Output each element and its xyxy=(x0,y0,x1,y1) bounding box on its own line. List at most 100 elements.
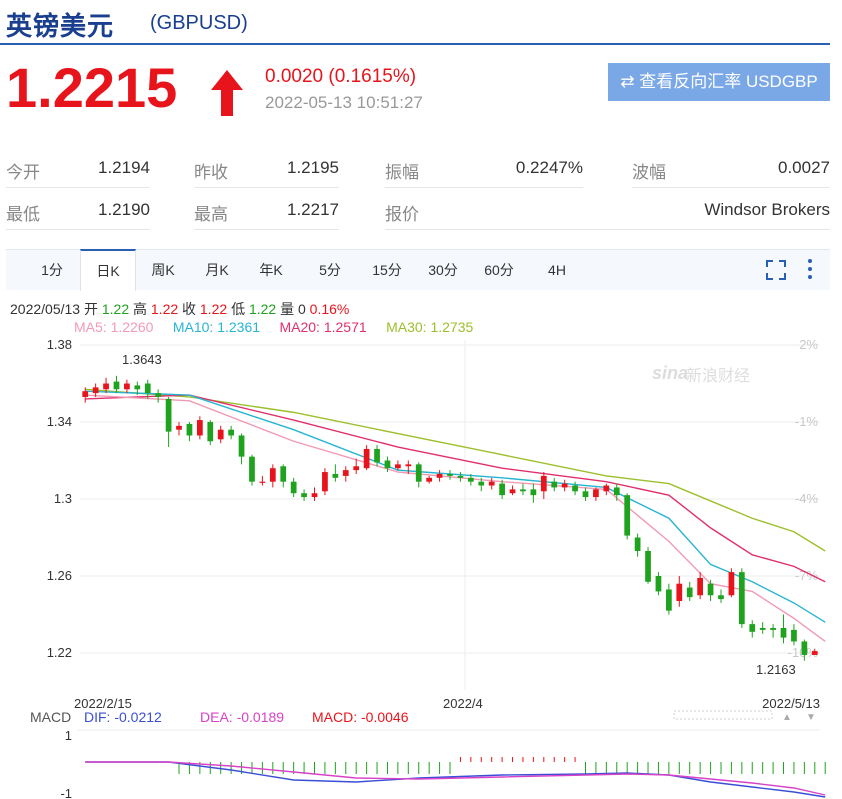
candle-body xyxy=(540,475,547,492)
stat-label-amplitude: 振幅 xyxy=(385,163,419,182)
currency-pair-name: 英镑美元 xyxy=(6,11,115,41)
info-low-label: 低 xyxy=(231,301,246,317)
candle-body xyxy=(593,489,599,498)
candle-body xyxy=(520,489,526,492)
stat-value-high: 1.2217 xyxy=(287,200,339,219)
tab-60min[interactable]: 60分 xyxy=(474,250,524,290)
info-vol-label: 量 xyxy=(280,301,295,317)
ma5-value: MA5: 1.2260 xyxy=(74,319,154,335)
candle-body xyxy=(311,493,318,498)
candle-body xyxy=(103,383,109,390)
ma20-line xyxy=(85,394,826,583)
candle-body xyxy=(561,483,568,488)
candle-body xyxy=(238,435,245,457)
watermark-text: 新浪财经 xyxy=(686,367,750,385)
candle-body xyxy=(436,473,443,478)
candle-body xyxy=(551,481,558,488)
candle-body xyxy=(395,464,401,469)
macd-dif: DIF: -0.0212 xyxy=(84,709,162,725)
stat-label-high: 最高 xyxy=(194,205,228,224)
candle-body xyxy=(791,629,797,642)
info-pct: 0.16% xyxy=(309,301,350,317)
candle-body xyxy=(749,624,756,632)
pct-tick-label: 2% xyxy=(799,337,818,352)
macd-dea-line xyxy=(85,761,826,796)
y-tick-label: 1.3 xyxy=(54,491,72,506)
candle-body xyxy=(499,483,505,496)
stat-value-quote-source: Windsor Brokers xyxy=(704,200,830,219)
candle-body xyxy=(134,385,141,390)
candle-body xyxy=(676,583,683,602)
tab-5min[interactable]: 5分 xyxy=(308,250,352,290)
high-annotation: 1.3643 xyxy=(122,352,162,367)
candle-body xyxy=(332,473,339,478)
tab-weekly[interactable]: 周K xyxy=(138,250,188,290)
view-reverse-rate-button[interactable]: ⇄ 查看反向汇率 USDGBP xyxy=(608,63,830,101)
candle-body xyxy=(655,576,662,592)
candle-body xyxy=(144,383,151,394)
fullscreen-icon[interactable] xyxy=(766,260,786,280)
macd-tick-bottom: -1 xyxy=(60,786,72,799)
stat-label-low: 最低 xyxy=(6,205,40,224)
candle-body xyxy=(155,393,162,397)
candle-body xyxy=(697,577,704,596)
tab-monthly[interactable]: 月K xyxy=(192,250,242,290)
pct-tick-label: -1% xyxy=(795,414,819,429)
currency-pair-code: (GBPUSD) xyxy=(150,12,248,34)
chart-period-tabs: 1分 日K 周K 月K 年K 5分 15分 30分 60分 4H xyxy=(6,249,830,291)
candle-body xyxy=(707,583,714,596)
tab-15min[interactable]: 15分 xyxy=(362,250,412,290)
candle-body xyxy=(196,420,203,436)
ma-info-bar: MA5: 1.2260 MA10: 1.2361 MA20: 1.2571 MA… xyxy=(74,319,473,335)
tab-4h[interactable]: 4H xyxy=(534,250,580,290)
candle-body xyxy=(509,489,516,494)
tab-daily[interactable]: 日K xyxy=(80,249,136,291)
info-high: 1.22 xyxy=(150,301,179,317)
candle-body xyxy=(259,481,266,483)
up-arrow-icon xyxy=(211,70,243,116)
candle-body xyxy=(801,641,808,655)
info-date: 2022/05/13 xyxy=(10,301,81,317)
candle-body xyxy=(582,491,589,498)
candle-body xyxy=(572,485,578,492)
ma10-line xyxy=(85,390,826,623)
candle-body xyxy=(457,475,464,478)
title-divider xyxy=(0,43,830,45)
x-label-end: 2022/5/13 xyxy=(762,696,820,711)
tab-yearly[interactable]: 年K xyxy=(246,250,296,290)
candle-body xyxy=(186,423,193,436)
candle-body xyxy=(280,466,287,482)
candle-body xyxy=(92,387,99,394)
more-options-icon[interactable] xyxy=(806,258,814,280)
candlestick-chart[interactable]: 1.382%1.34-1%1.3-4%1.26-7%1.22-10%sina新浪… xyxy=(0,335,842,799)
tab-1min[interactable]: 1分 xyxy=(28,250,76,290)
candle-body xyxy=(217,429,224,440)
info-vol: 0 xyxy=(297,301,306,317)
macd-tick-top: 1 xyxy=(65,728,72,743)
info-high-label: 高 xyxy=(133,301,147,317)
candle-body xyxy=(780,627,787,638)
candle-body xyxy=(686,587,693,598)
candle-body xyxy=(269,468,276,482)
candle-body xyxy=(363,448,370,469)
candle-body xyxy=(718,595,724,600)
y-tick-label: 1.22 xyxy=(47,645,72,660)
candle-body xyxy=(290,481,297,494)
candle-body xyxy=(124,383,130,390)
candle-body xyxy=(249,456,255,482)
scroll-down-icon: ▼ xyxy=(806,712,816,723)
candle-body xyxy=(478,481,485,486)
y-tick-label: 1.34 xyxy=(47,414,72,429)
stat-value-range: 0.0027 xyxy=(778,158,830,177)
candle-body xyxy=(207,422,214,442)
candle-body xyxy=(613,487,620,496)
stat-label-quote-source: 报价 xyxy=(385,205,419,224)
pct-tick-label: -4% xyxy=(795,491,819,506)
candle-body xyxy=(353,466,360,471)
tab-30min[interactable]: 30分 xyxy=(418,250,468,290)
ma5-line xyxy=(85,394,826,643)
candle-body xyxy=(770,627,776,630)
candle-body xyxy=(759,627,766,630)
info-low: 1.22 xyxy=(248,301,277,317)
current-price: 1.2215 xyxy=(6,56,178,119)
